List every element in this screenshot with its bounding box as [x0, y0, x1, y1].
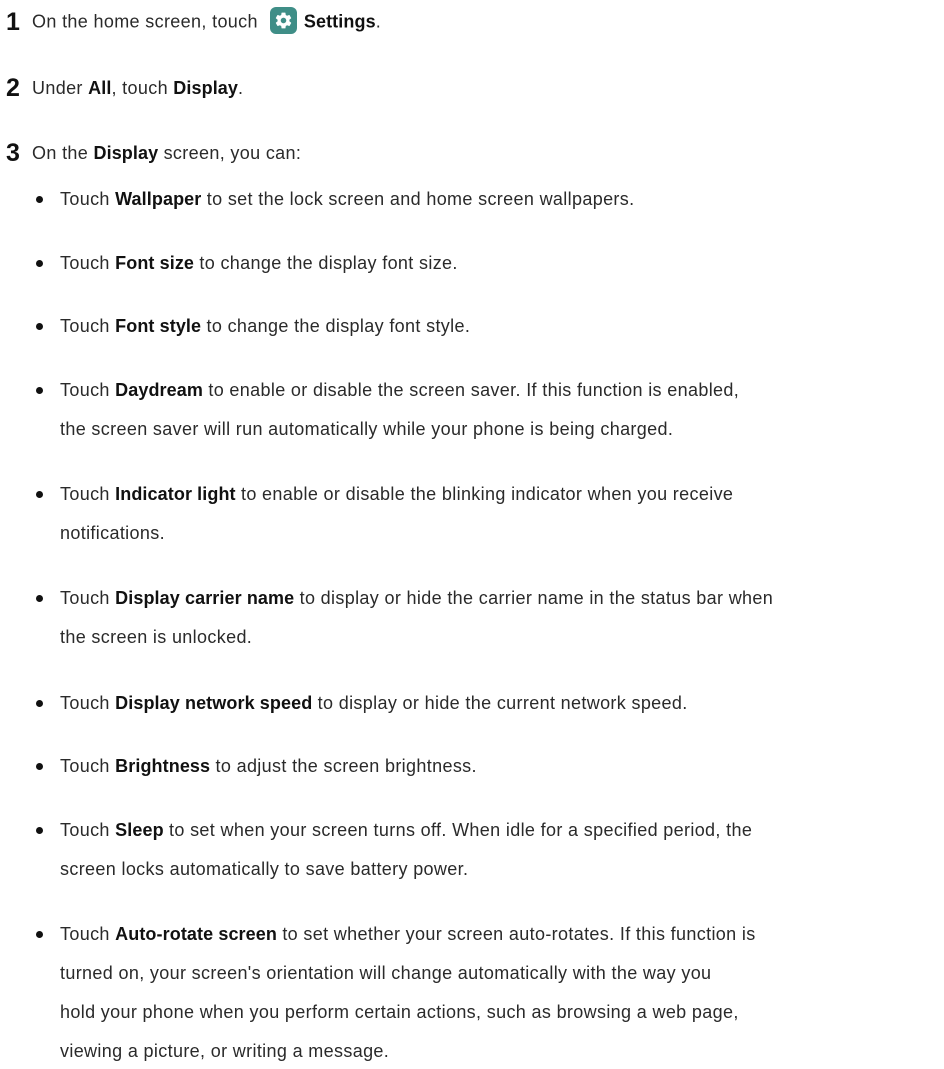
bullet-option-name: Font style: [115, 316, 202, 336]
bullet-touch-text: Touch: [60, 189, 116, 209]
bullet-description: to set the lock screen and home screen w…: [201, 189, 635, 209]
bullet-description: to set whether your screen auto-rotates.…: [276, 924, 756, 944]
bullet-option-name: Font size: [115, 253, 195, 273]
bullet-text: Touch Auto-rotate screen to set whether …: [60, 917, 944, 1069]
step-text: Under All, touch Display.: [32, 78, 243, 99]
bullet-dot-icon: [36, 323, 43, 330]
bullet-line: Touch Font size to change the display fo…: [60, 246, 944, 281]
bullet-option-name: Display network speed: [115, 693, 313, 713]
bullet-continuation-line: viewing a picture, or writing a message.: [60, 1041, 390, 1061]
display-screen-label: Display: [93, 142, 159, 163]
step-text: On the home screen, touch Settings.: [32, 6, 382, 36]
bullet-text: Touch Display network speed to display o…: [60, 686, 944, 721]
bullet-line: Touch Display network speed to display o…: [60, 686, 944, 721]
bullet-touch-text: Touch: [60, 253, 116, 273]
all-label: All: [88, 77, 112, 98]
settings-gear-icon: [269, 6, 297, 34]
bullet-option-name: Daydream: [115, 380, 203, 400]
bullet-touch-text: Touch: [60, 820, 116, 840]
step-number: 3: [6, 138, 20, 167]
bullet-text: Touch Wallpaper to set the lock screen a…: [60, 182, 944, 217]
bullet-continuation-line: screen locks automatically to save batte…: [60, 859, 469, 879]
bullet-text: Touch Display carrier name to display or…: [60, 581, 944, 655]
step-text: On the Display screen, you can:: [32, 143, 301, 164]
bullet-dot-icon: [36, 931, 43, 938]
bullet-dot-icon: [36, 491, 43, 498]
bullet-description: to adjust the screen brightness.: [210, 756, 477, 776]
bullet-touch-text: Touch: [60, 693, 116, 713]
bullet-description: to change the display font style.: [201, 316, 471, 336]
bullet-description: to display or hide the current network s…: [312, 693, 688, 713]
bullet-text: Touch Indicator light to enable or disab…: [60, 477, 944, 551]
step-2-period: .: [238, 77, 244, 98]
bullet-continuation-line: the screen is unlocked.: [60, 627, 253, 647]
step-3: 3 On the Display screen, you can:: [6, 133, 301, 173]
bullet-continuation-line: turned on, your screen's orientation wil…: [60, 963, 712, 983]
bullet-touch-text: Touch: [60, 756, 116, 776]
bullet-option-name: Display carrier name: [115, 588, 295, 608]
bullet-continuation-line: the screen saver will run automatically …: [60, 419, 674, 439]
bullet-touch-text: Touch: [60, 316, 116, 336]
step-number: 2: [6, 73, 20, 102]
bullet-line: Touch Indicator light to enable or disab…: [60, 477, 944, 512]
bullet-continuation-line: notifications.: [60, 523, 165, 543]
bullet-dot-icon: [36, 700, 43, 707]
bullet-continuation-line: hold your phone when you perform certain…: [60, 1002, 739, 1022]
bullet-line: Touch Wallpaper to set the lock screen a…: [60, 182, 944, 217]
step-3-post: screen, you can:: [158, 142, 302, 163]
bullet-description: to change the display font size.: [194, 253, 458, 273]
bullet-line: Touch Sleep to set when your screen turn…: [60, 813, 944, 848]
bullet-description: to display or hide the carrier name in t…: [294, 588, 774, 608]
bullet-touch-text: Touch: [60, 588, 116, 608]
bullet-touch-text: Touch: [60, 380, 116, 400]
step-2-text: Under: [32, 77, 89, 98]
step-number: 1: [6, 7, 20, 36]
bullet-text: Touch Daydream to enable or disable the …: [60, 373, 944, 447]
bullet-option-name: Wallpaper: [115, 189, 202, 209]
bullet-description: to set when your screen turns off. When …: [163, 820, 753, 840]
step-3-text: On the: [32, 142, 94, 163]
display-label: Display: [173, 77, 239, 98]
bullet-description: to enable or disable the screen saver. I…: [203, 380, 740, 400]
bullet-line: Touch Brightness to adjust the screen br…: [60, 749, 944, 784]
bullet-dot-icon: [36, 827, 43, 834]
bullet-option-name: Brightness: [115, 756, 211, 776]
bullet-line: Touch Daydream to enable or disable the …: [60, 373, 944, 408]
bullet-option-name: Sleep: [115, 820, 164, 840]
bullet-touch-text: Touch: [60, 484, 116, 504]
bullet-dot-icon: [36, 763, 43, 770]
bullet-line: Touch Font style to change the display f…: [60, 309, 944, 344]
bullet-text: Touch Font size to change the display fo…: [60, 246, 944, 281]
document-page: 1 On the home screen, touch Settings. 2 U…: [0, 0, 944, 1061]
step-1-period: .: [375, 10, 382, 31]
bullet-text: Touch Brightness to adjust the screen br…: [60, 749, 944, 784]
settings-label: Settings: [303, 10, 376, 31]
bullet-touch-text: Touch: [60, 924, 116, 944]
bullet-option-name: Auto-rotate screen: [115, 924, 277, 944]
bullet-dot-icon: [36, 260, 43, 267]
step-2: 2 Under All, touch Display.: [6, 68, 243, 108]
bullet-dot-icon: [36, 196, 43, 203]
bullet-line: Touch Auto-rotate screen to set whether …: [60, 917, 944, 952]
bullet-description: to enable or disable the blinking indica…: [235, 484, 734, 504]
bullet-dot-icon: [36, 595, 43, 602]
bullet-text: Touch Font style to change the display f…: [60, 309, 944, 344]
bullet-dot-icon: [36, 387, 43, 394]
step-2-mid: , touch: [111, 77, 174, 98]
bullet-option-name: Indicator light: [115, 484, 236, 504]
step-1: 1 On the home screen, touch Settings.: [6, 2, 381, 42]
bullet-line: Touch Display carrier name to display or…: [60, 581, 944, 616]
bullet-text: Touch Sleep to set when your screen turn…: [60, 813, 944, 887]
step-1-text: On the home screen, touch: [32, 10, 258, 31]
